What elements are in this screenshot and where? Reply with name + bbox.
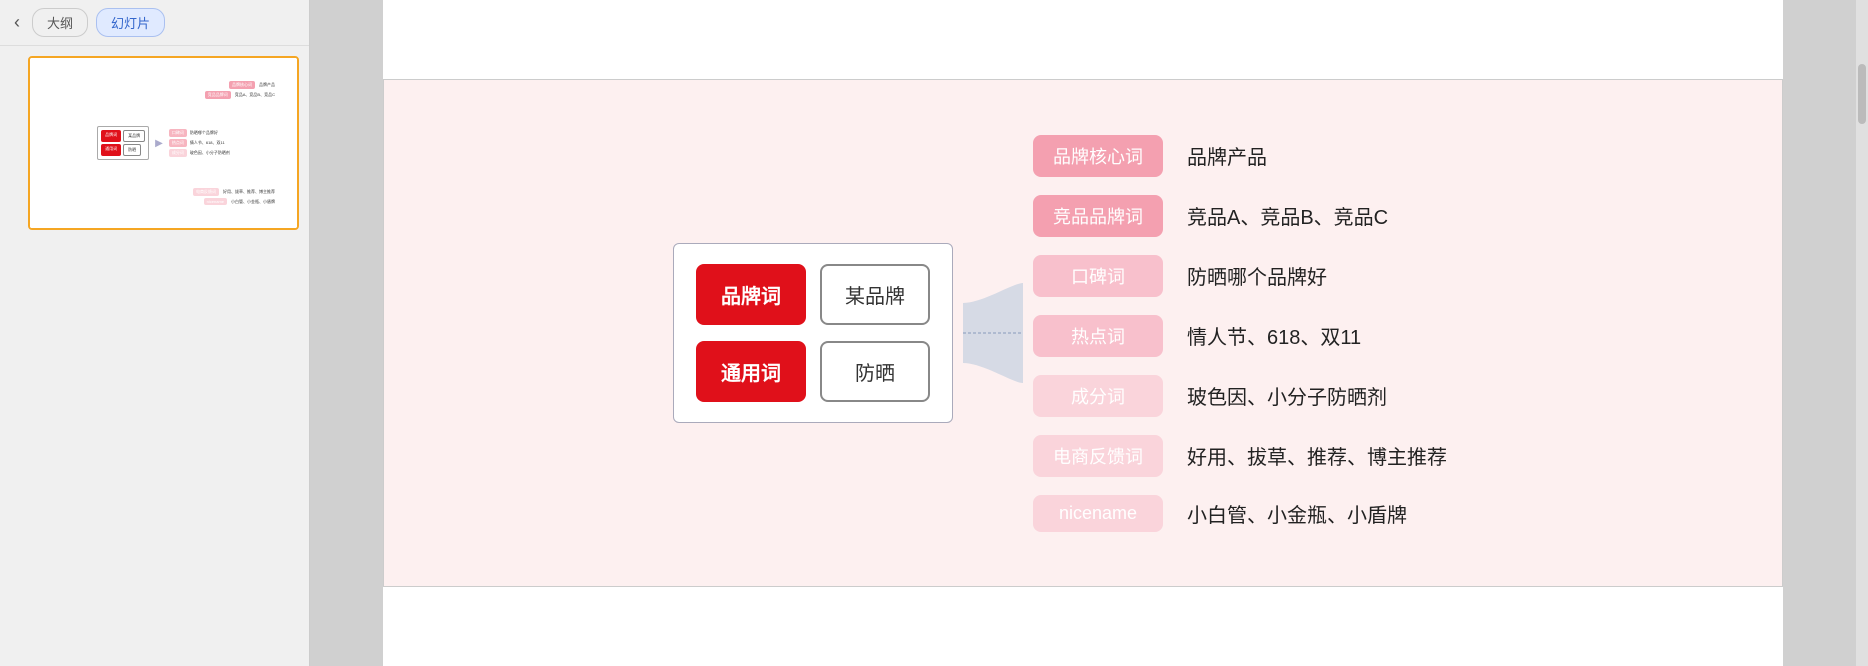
pink-tag-1: 竞品品牌词 xyxy=(1033,195,1163,237)
row-text-4: 玻色因、小分子防晒剂 xyxy=(1187,381,1387,410)
pink-tag-5: 电商反馈词 xyxy=(1033,435,1163,477)
slide-bottom-strip xyxy=(383,586,1783,666)
pink-tag-0: 品牌核心词 xyxy=(1033,135,1163,177)
mini-r-text-3: 防晒哪个品牌好 xyxy=(190,130,218,136)
row-text-5: 好用、拔草、推荐、博主推荐 xyxy=(1187,441,1447,470)
right-list: 品牌核心词 品牌产品 竞品品牌词 竞品A、竞品B、竞品C 口碑词 防晒哪个品牌好 xyxy=(1033,135,1493,532)
arrow-connector xyxy=(953,273,1033,393)
back-button[interactable]: ‹ xyxy=(10,12,24,33)
mini-r-tag-4: 热点词 xyxy=(169,139,187,147)
mini-box-group: 品牌词 某品牌 通用词 防晒 xyxy=(97,126,149,160)
mini-general-name: 防晒 xyxy=(123,144,141,156)
slide-panel: 1 品牌核心词 品牌产品 竞品品牌词 竞品A、竞品B、 xyxy=(0,46,309,666)
mini-text-1: 品牌产品 xyxy=(259,82,275,88)
sunscreen-button[interactable]: 防晒 xyxy=(820,341,930,402)
right-row-1: 竞品品牌词 竞品A、竞品B、竞品C xyxy=(1033,195,1493,237)
main-scrollbar[interactable] xyxy=(1856,0,1868,666)
mini-r-tag-6: 电商反馈词 xyxy=(193,188,219,196)
pink-tag-4: 成分词 xyxy=(1033,375,1163,417)
pink-tag-2: 口碑词 xyxy=(1033,255,1163,297)
row-text-2: 防晒哪个品牌好 xyxy=(1187,261,1327,290)
right-row-6: nicename 小白管、小金瓶、小盾牌 xyxy=(1033,495,1493,532)
slide-thumbnail-item[interactable]: 品牌核心词 品牌产品 竞品品牌词 竞品A、竞品B、竞品C 品 xyxy=(28,56,299,230)
sidebar-top-bar: ‹ 大纲 幻灯片 xyxy=(0,0,309,46)
mini-r-text-6: 好用、拔草、推荐、博主推荐 xyxy=(223,189,275,195)
mini-brand-btn: 品牌词 xyxy=(101,130,121,142)
slide-canvas-wrapper: 品牌词 某品牌 通用词 防晒 xyxy=(310,0,1856,666)
tab-slides[interactable]: 幻灯片 xyxy=(96,8,165,37)
brand-name-button[interactable]: 某品牌 xyxy=(820,264,930,325)
mini-r-text-5: 玻色因、小分子防晒剂 xyxy=(190,150,230,156)
left-box-group: 品牌词 某品牌 通用词 防晒 xyxy=(673,243,953,423)
mini-r-tag-3: 口碑词 xyxy=(169,129,187,137)
pink-tag-3: 热点词 xyxy=(1033,315,1163,357)
mini-tag-2: 竞品品牌词 xyxy=(205,91,231,99)
mini-brand-name: 某品牌 xyxy=(123,130,145,142)
mini-r-tag-7: nicename xyxy=(204,198,227,205)
mini-tag-1: 品牌核心词 xyxy=(229,81,255,89)
slide-thumbnail: 品牌核心词 品牌产品 竞品品牌词 竞品A、竞品B、竞品C 品 xyxy=(30,58,297,228)
mini-r-tag-5: 成分词 xyxy=(169,149,187,157)
mini-arrow-icon: ▶ xyxy=(155,138,163,149)
scrollbar-thumb[interactable] xyxy=(1858,64,1866,124)
row-text-0: 品牌产品 xyxy=(1187,141,1267,170)
mini-general-btn: 通用词 xyxy=(101,144,121,156)
main-area: 品牌词 某品牌 通用词 防晒 xyxy=(310,0,1856,666)
right-row-5: 电商反馈词 好用、拔草、推荐、博主推荐 xyxy=(1033,435,1493,477)
box-row-1: 品牌词 某品牌 xyxy=(696,264,930,325)
mini-r-text-4: 情人节、618、双11 xyxy=(190,140,225,146)
mini-right-list: 口碑词 防晒哪个品牌好 热点词 情人节、618、双11 成分词 玻色因、小分子防… xyxy=(169,129,230,157)
row-text-3: 情人节、618、双11 xyxy=(1187,321,1361,350)
row-text-1: 竞品A、竞品B、竞品C xyxy=(1187,201,1388,230)
arrow-svg xyxy=(953,273,1033,393)
right-row-0: 品牌核心词 品牌产品 xyxy=(1033,135,1493,177)
tab-outline[interactable]: 大纲 xyxy=(32,8,88,37)
pink-tag-6: nicename xyxy=(1033,495,1163,532)
slide-content: 品牌词 某品牌 通用词 防晒 xyxy=(533,135,1633,532)
brand-word-button[interactable]: 品牌词 xyxy=(696,264,806,325)
right-row-3: 热点词 情人节、618、双11 xyxy=(1033,315,1493,357)
slide-top-strip xyxy=(383,0,1783,80)
mini-text-2: 竞品A、竞品B、竞品C xyxy=(235,92,275,98)
sidebar: ‹ 大纲 幻灯片 1 品牌核心词 品牌产品 xyxy=(0,0,310,666)
right-row-2: 口碑词 防晒哪个品牌好 xyxy=(1033,255,1493,297)
general-word-button[interactable]: 通用词 xyxy=(696,341,806,402)
right-row-4: 成分词 玻色因、小分子防晒剂 xyxy=(1033,375,1493,417)
box-row-2: 通用词 防晒 xyxy=(696,341,930,402)
slide-main[interactable]: 品牌词 某品牌 通用词 防晒 xyxy=(383,80,1783,586)
row-text-6: 小白管、小金瓶、小盾牌 xyxy=(1187,499,1407,528)
mini-r-text-7: 小白管、小金瓶、小盾牌 xyxy=(231,199,275,205)
